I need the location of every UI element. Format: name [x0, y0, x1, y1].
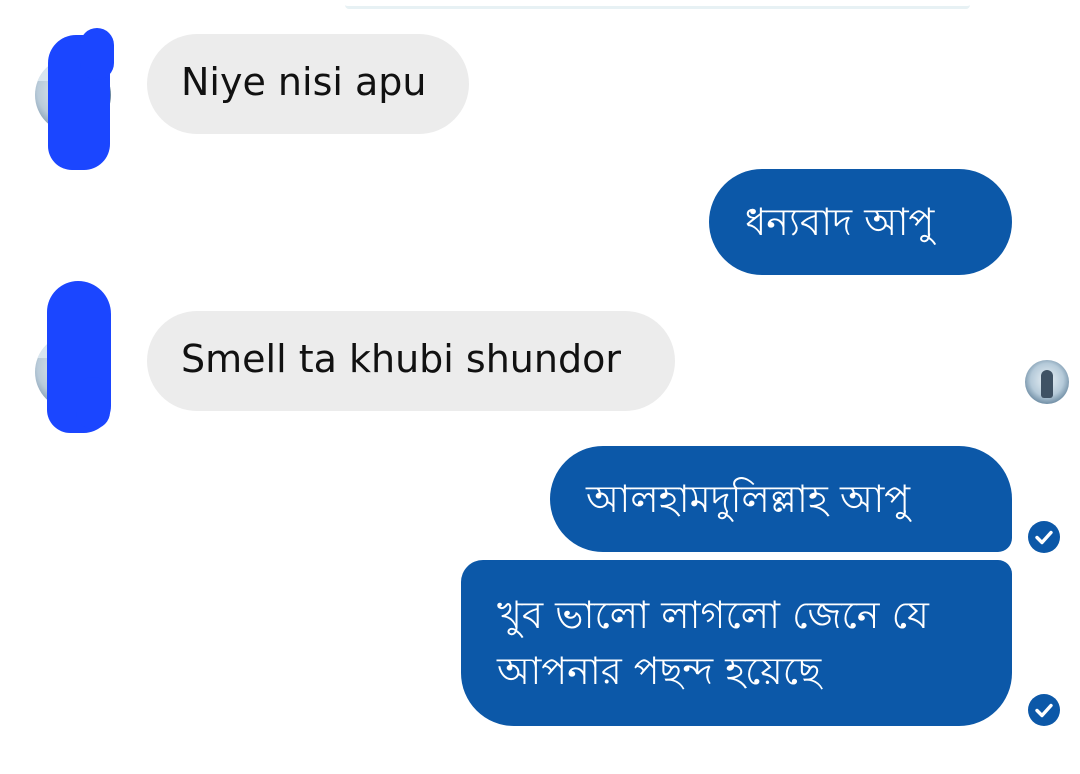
check-icon	[1028, 694, 1060, 726]
message-text: আলহামদুলিল্লাহ আপু	[586, 477, 911, 521]
message-bubble-outgoing[interactable]: খুব ভালো লাগলো জেনে যে আপনার পছন্দ হয়েছ…	[461, 560, 1012, 726]
previous-message-edge	[345, 0, 970, 9]
message-text-line: খুব ভালো লাগলো জেনে যে	[497, 593, 929, 637]
message-text: Smell ta khubi shundor	[181, 337, 621, 381]
message-bubble-incoming[interactable]: Smell ta khubi shundor	[147, 311, 675, 411]
message-bubble-incoming[interactable]: Niye nisi apu	[147, 34, 469, 134]
check-icon	[1028, 521, 1060, 553]
redaction-mark	[80, 28, 114, 80]
message-bubble-outgoing[interactable]: ধন্যবাদ আপু	[709, 169, 1012, 275]
message-bubble-outgoing[interactable]: আলহামদুলিল্লাহ আপু	[550, 446, 1012, 552]
message-text: Niye nisi apu	[181, 60, 427, 104]
redaction-mark	[76, 377, 110, 429]
read-receipt-avatar	[1025, 360, 1069, 404]
chat-thread: Niye nisi apu ধন্যবাদ আপু Smell ta khubi…	[0, 0, 1080, 774]
message-text: ধন্যবাদ আপু	[745, 200, 935, 244]
message-text-line: আপনার পছন্দ হয়েছে	[497, 649, 822, 693]
